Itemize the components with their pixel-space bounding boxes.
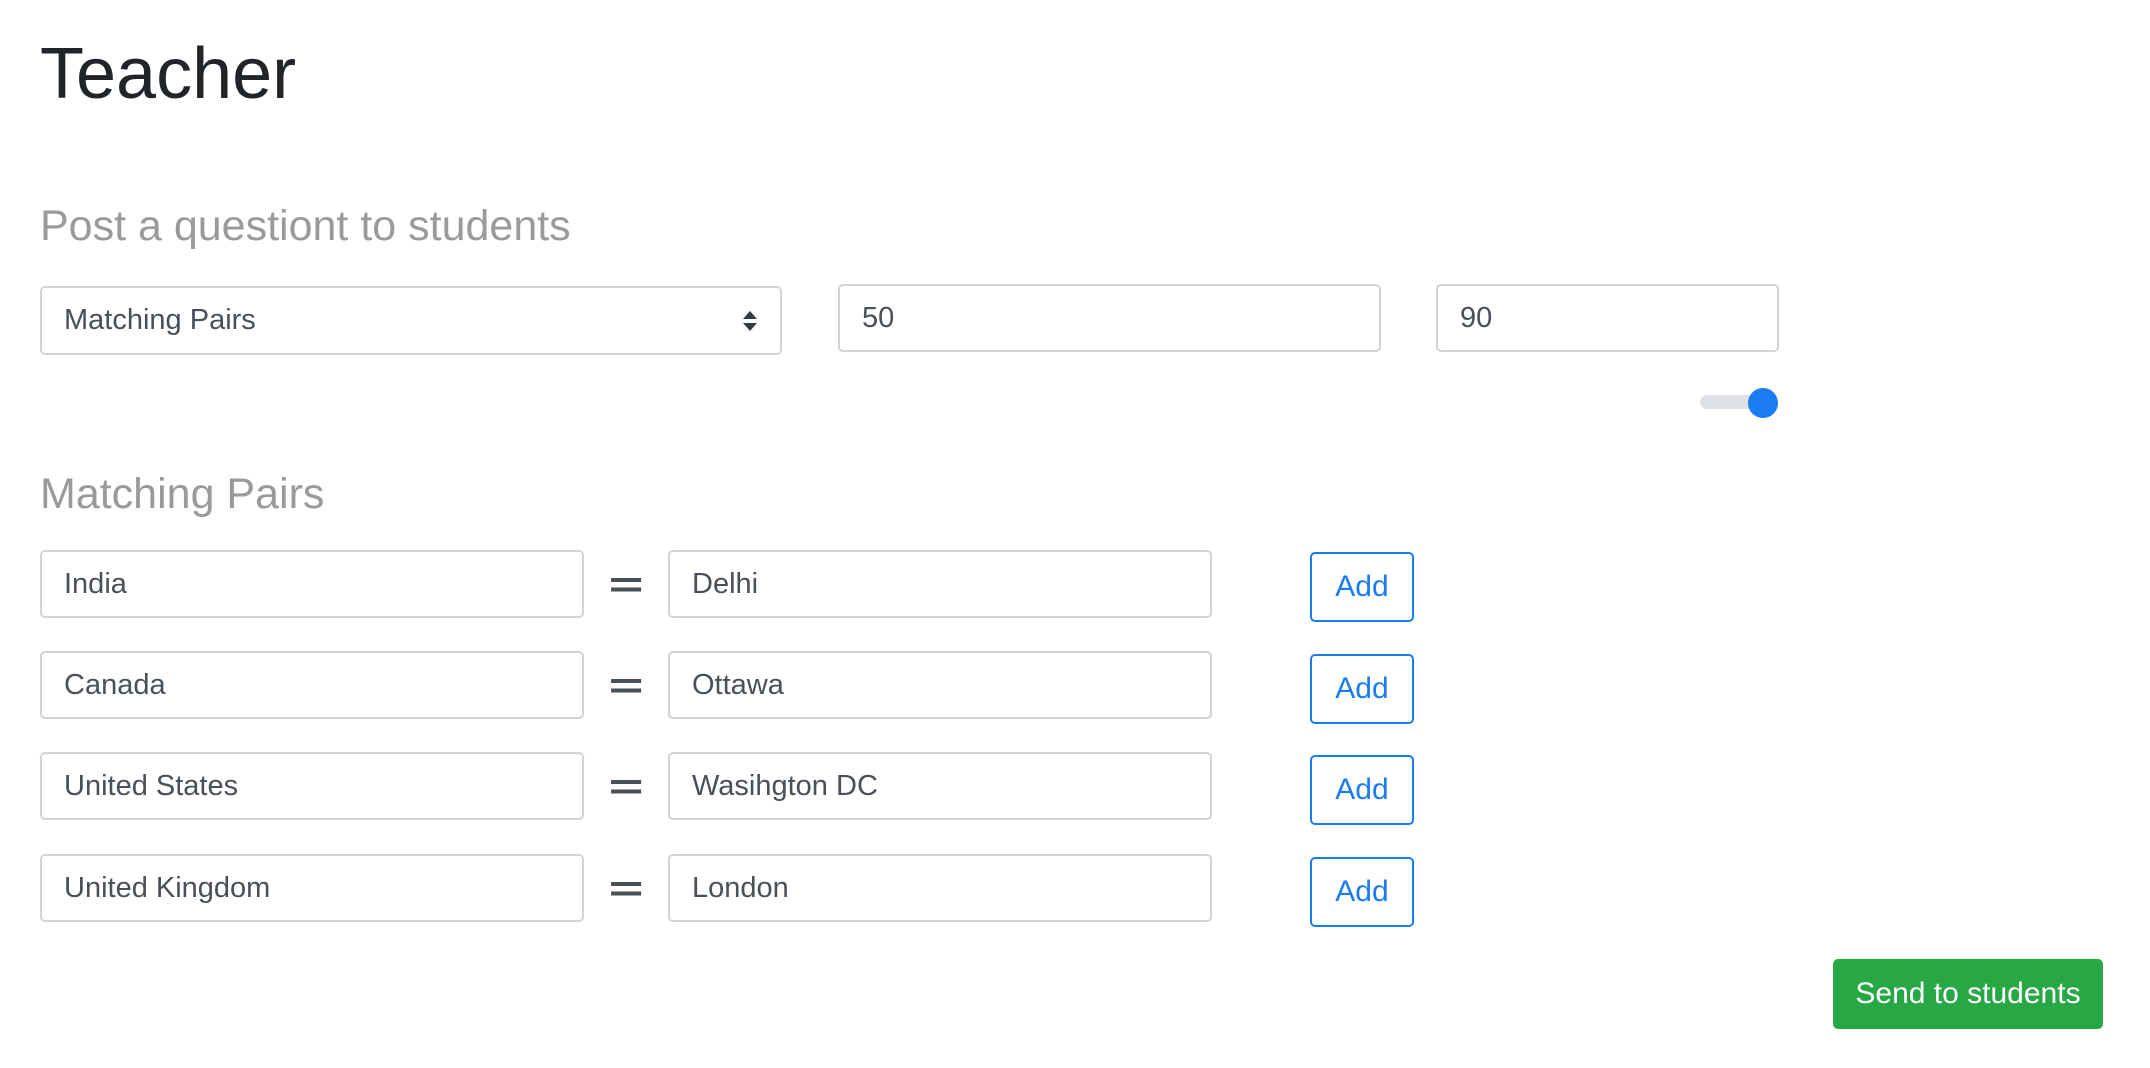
pair-2-left-input[interactable] bbox=[40, 651, 584, 719]
question-field-two-input[interactable] bbox=[1436, 284, 1779, 352]
sort-caret-icon bbox=[742, 309, 758, 333]
pair-4-left-input[interactable] bbox=[40, 854, 584, 922]
pair-4-right-input[interactable] bbox=[668, 854, 1212, 922]
send-to-students-button[interactable]: Send to students bbox=[1833, 959, 2103, 1029]
pair-2-right-input[interactable] bbox=[668, 651, 1212, 719]
question-type-selected-value: Matching Pairs bbox=[64, 304, 256, 336]
page-title: Teacher bbox=[40, 34, 297, 114]
equals-icon: = bbox=[606, 556, 647, 612]
pair-3-right-input[interactable] bbox=[668, 752, 1212, 820]
pair-1-right-input[interactable] bbox=[668, 550, 1212, 618]
pair-1-left-input[interactable] bbox=[40, 550, 584, 618]
equals-icon: = bbox=[606, 860, 647, 916]
matching-pairs-heading: Matching Pairs bbox=[40, 470, 325, 518]
equals-icon: = bbox=[606, 758, 647, 814]
post-question-heading: Post a questiont to students bbox=[40, 202, 571, 250]
question-field-one-input[interactable] bbox=[838, 284, 1381, 352]
question-toggle-switch[interactable] bbox=[1700, 385, 1780, 419]
equals-icon: = bbox=[606, 657, 647, 713]
pair-4-add-button[interactable]: Add bbox=[1310, 857, 1414, 927]
toggle-knob bbox=[1748, 388, 1778, 418]
pair-1-add-button[interactable]: Add bbox=[1310, 552, 1414, 622]
pair-3-left-input[interactable] bbox=[40, 752, 584, 820]
pair-2-add-button[interactable]: Add bbox=[1310, 654, 1414, 724]
pair-3-add-button[interactable]: Add bbox=[1310, 755, 1414, 825]
question-type-select[interactable]: Matching Pairs bbox=[40, 286, 782, 355]
